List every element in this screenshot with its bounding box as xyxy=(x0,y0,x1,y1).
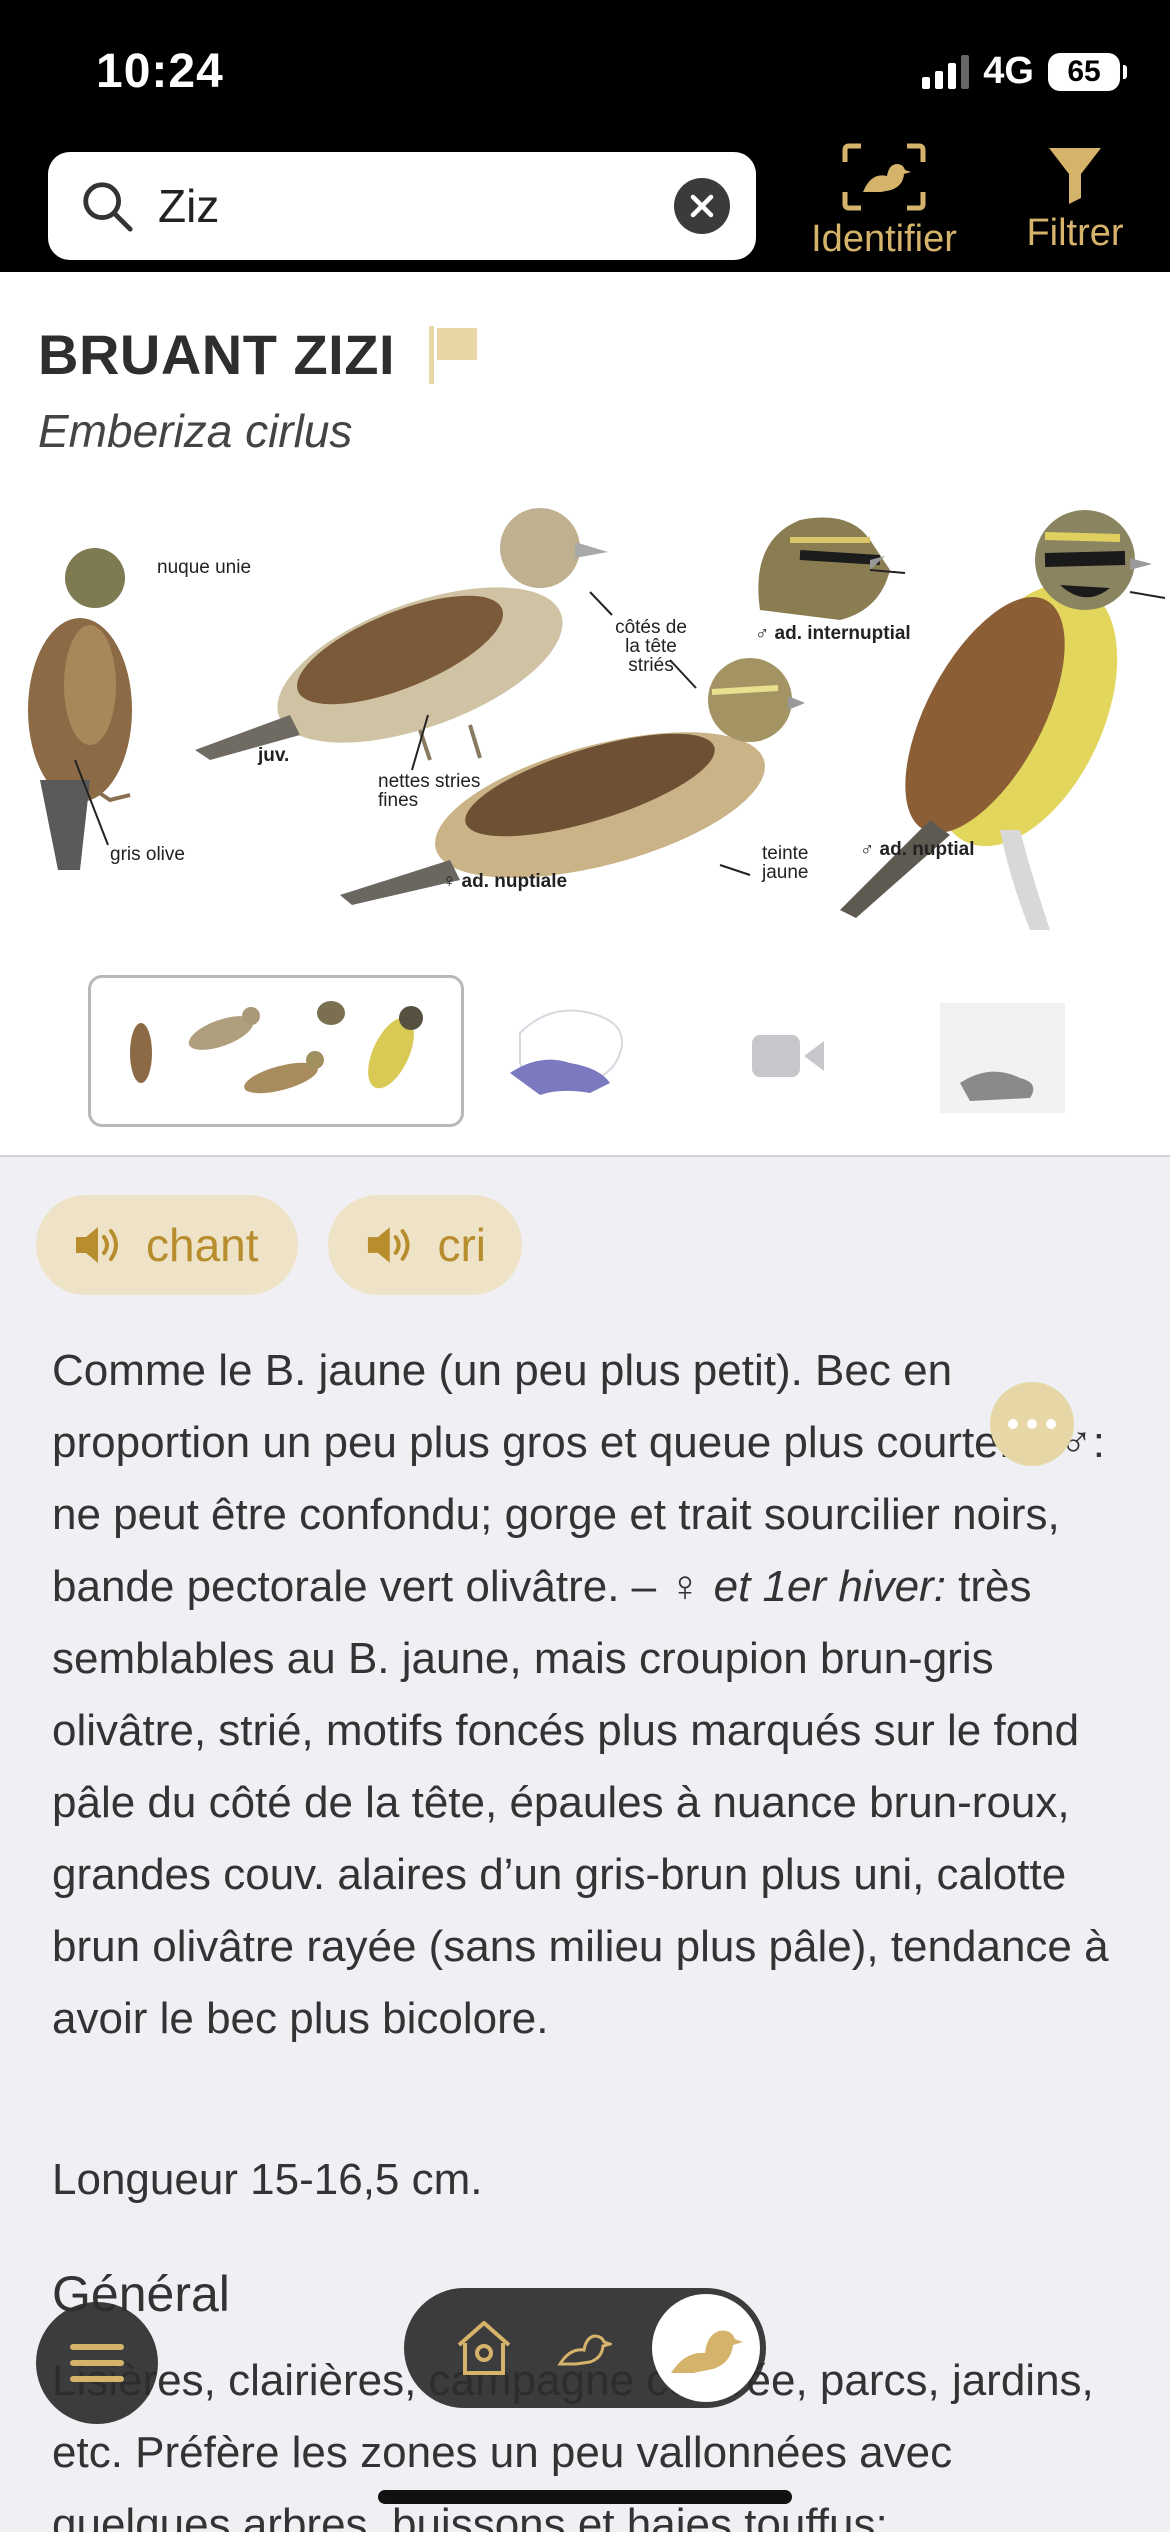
species-description: Comme le B. jaune (un peu plus petit). B… xyxy=(52,1335,1112,2055)
call-button[interactable]: cri xyxy=(328,1195,522,1295)
search-bar[interactable]: Ziz xyxy=(48,152,756,260)
bottom-tab-bar xyxy=(404,2288,766,2408)
plate-label-nettes: nettes stries fines xyxy=(378,771,481,811)
plate-label-internuptial: ♂ ad. internuptial xyxy=(755,623,911,644)
birdhouse-icon xyxy=(457,2321,511,2375)
bird-back-view xyxy=(28,548,132,870)
map-icon xyxy=(940,1003,1065,1113)
plate-thumbnail-image xyxy=(130,1001,423,1094)
filter-icon xyxy=(1049,148,1101,204)
close-icon xyxy=(690,194,714,218)
plate-label-nuptiale: ♀ ad. nuptiale xyxy=(442,871,568,892)
status-time: 10:24 xyxy=(96,45,224,98)
search-input[interactable]: Ziz xyxy=(158,179,674,233)
identify-button[interactable]: Identifier xyxy=(804,142,964,261)
length-text: Longueur 15-16,5 cm. xyxy=(52,2155,483,2204)
tab-birds[interactable] xyxy=(524,2288,644,2408)
song-button[interactable]: chant xyxy=(36,1195,298,1295)
plate-label-gris-olive: gris olive xyxy=(110,844,185,865)
tab-species[interactable] xyxy=(652,2294,760,2402)
filter-label: Filtrer xyxy=(1026,212,1124,254)
species-illustration[interactable]: nuque unie gris olive juv. nettes stries… xyxy=(0,500,1170,930)
thumbnail-plate[interactable] xyxy=(88,975,464,1127)
species-name: BRUANT ZIZI xyxy=(38,323,396,386)
plate-label-teinte: teinte jaune xyxy=(762,843,809,883)
thumbnail-video[interactable] xyxy=(718,993,858,1113)
flag-icon[interactable] xyxy=(425,324,481,386)
menu-button[interactable] xyxy=(36,2302,158,2424)
filter-button[interactable]: Filtrer xyxy=(1010,142,1140,255)
media-thumbnails xyxy=(0,975,1170,1135)
camera-bird-icon xyxy=(842,143,926,211)
divider xyxy=(0,1155,1170,1157)
speaker-icon xyxy=(76,1227,118,1263)
thumbnail-distribution-map[interactable] xyxy=(930,993,1070,1113)
more-options-button[interactable] xyxy=(990,1382,1074,1466)
identify-label: Identifier xyxy=(811,218,957,260)
species-title-row: BRUANT ZIZI xyxy=(38,322,481,387)
call-label: cri xyxy=(437,1219,486,1271)
bird-juvenile xyxy=(195,508,608,761)
network-label: 4G xyxy=(983,50,1034,92)
thumbnail-range-map[interactable] xyxy=(500,993,640,1113)
plate-label-cotes: côtés de la tête striés xyxy=(615,617,687,676)
home-indicator xyxy=(378,2490,792,2504)
plate-label-nuptial: ♂ ad. nuptial xyxy=(860,839,975,860)
bird-male-head xyxy=(758,517,890,620)
speaker-icon xyxy=(367,1227,410,1263)
battery-icon: 65 xyxy=(1048,52,1127,91)
plate-label-juv: juv. xyxy=(258,745,290,766)
bird-icon xyxy=(671,2330,743,2373)
clear-search-button[interactable] xyxy=(674,178,730,234)
plate-label-nuque: nuque unie xyxy=(157,557,252,578)
status-indicators: 4G 65 xyxy=(922,50,1127,93)
description-italic: et 1er hiver: xyxy=(713,1562,946,1611)
search-icon xyxy=(83,182,133,232)
signal-icon xyxy=(922,54,970,89)
description-text-end: très semblables au B. jaune, mais croupi… xyxy=(52,1562,1109,2043)
song-label: chant xyxy=(146,1219,259,1271)
bird-icon xyxy=(557,2334,612,2366)
map-icon xyxy=(510,1009,623,1095)
video-camera-icon xyxy=(752,1035,824,1077)
species-latin-name: Emberiza cirlus xyxy=(38,405,353,457)
